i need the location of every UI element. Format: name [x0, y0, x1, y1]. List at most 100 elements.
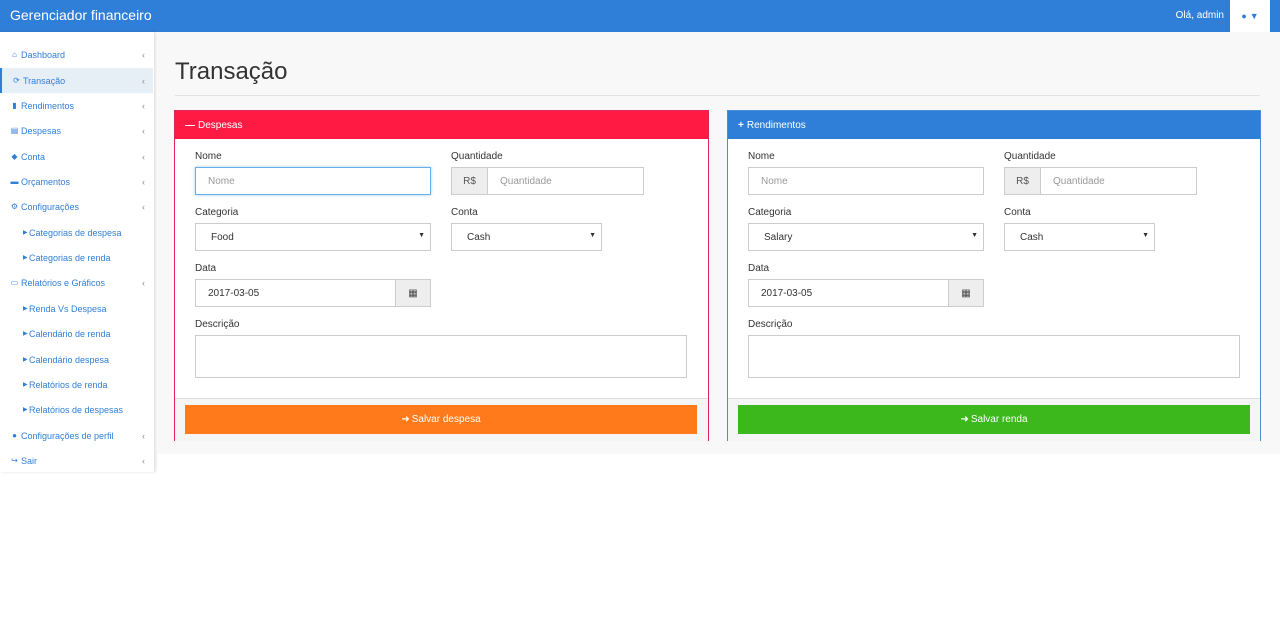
- expense-currency-addon: R$: [451, 167, 488, 195]
- expense-conta-select[interactable]: Cash ▼: [451, 223, 602, 251]
- expense-descricao-textarea[interactable]: [195, 335, 687, 378]
- sidebar-subitem-label: Calendário despesa: [29, 354, 110, 365]
- sidebar-item-dashboard[interactable]: ⌂ Dashboard ‹: [0, 42, 153, 67]
- expense-data-label: Data: [195, 263, 217, 274]
- sidebar-item-rendimentos[interactable]: ▮ Rendimentos ‹: [0, 93, 153, 118]
- sidebar-item-label: Configurações: [21, 201, 80, 212]
- sidebar-subitem-label: Categorias de despesa: [29, 227, 122, 238]
- chevron-left-icon: ‹: [142, 430, 145, 441]
- tag-icon: ◆: [11, 152, 18, 161]
- expense-nome-input[interactable]: Nome: [195, 167, 431, 195]
- income-categoria-value: Salary: [764, 231, 793, 243]
- sidebar-item-conta[interactable]: ◆ Conta ‹: [0, 144, 153, 169]
- save-income-button[interactable]: ➜ Salvar renda: [738, 405, 1250, 434]
- chevron-left-icon: ‹: [142, 176, 145, 187]
- select-arrow-icon: ▼: [1142, 232, 1149, 239]
- expense-panel: — Despesas Nome Nome Quantidade R$ Quant…: [174, 110, 709, 441]
- income-panel-footer: ➜ Salvar renda: [728, 398, 1260, 441]
- chevron-left-icon: ‹: [142, 125, 145, 136]
- sidebar-subitem-label: Relatórios de despesas: [29, 404, 124, 415]
- expense-conta-label: Conta: [451, 207, 478, 218]
- plus-icon: +: [738, 119, 744, 131]
- income-categoria-select[interactable]: Salary ▼: [748, 223, 984, 251]
- sign-out-icon: ↪: [11, 456, 18, 465]
- income-nome-placeholder: Nome: [761, 175, 788, 187]
- print-icon: ▭: [10, 278, 19, 287]
- list-icon: ▤: [10, 126, 19, 135]
- chevron-left-icon: ‹: [142, 49, 145, 60]
- user-icon: ●: [12, 431, 17, 440]
- expense-panel-footer: ➜ Salvar despesa: [175, 398, 708, 441]
- sidebar-item-despesas[interactable]: ▤ Despesas ‹: [0, 118, 153, 143]
- chevron-down-icon: ‹: [142, 277, 145, 288]
- sidebar-subitem-categorias-despesa[interactable]: ▶ Categorias de despesa: [0, 220, 153, 245]
- sign-in-icon: ➜: [401, 414, 410, 425]
- chevron-left-icon: ‹: [142, 75, 145, 86]
- income-conta-select[interactable]: Cash ▼: [1004, 223, 1155, 251]
- sidebar-subitem-label: Calendário de renda: [29, 328, 111, 339]
- income-quantidade-placeholder: Quantidade: [1053, 175, 1105, 187]
- income-categoria-label: Categoria: [748, 207, 792, 218]
- sign-in-icon: ➜: [960, 414, 969, 425]
- income-panel-header: + Rendimentos: [728, 111, 1260, 139]
- expense-categoria-value: Food: [211, 231, 234, 243]
- income-quantidade-input[interactable]: Quantidade: [1040, 167, 1197, 195]
- page-title: Transação: [175, 58, 288, 85]
- top-navbar: Gerenciador financeiro Olá, admin ● ▼: [0, 0, 1280, 32]
- sidebar-item-relatorios[interactable]: ▭ Relatórios e Gráficos ‹: [0, 270, 153, 295]
- sidebar: ⌂ Dashboard ‹ ⟳ Transação ‹ ▮ Rendimento…: [0, 32, 155, 472]
- expense-conta-value: Cash: [467, 231, 491, 243]
- expense-data-input[interactable]: 2017-03-05: [195, 279, 396, 307]
- sidebar-subitem-calendario-despesa[interactable]: ▶ Calendário despesa: [0, 347, 153, 372]
- income-data-input[interactable]: 2017-03-05: [748, 279, 949, 307]
- expense-nome-label: Nome: [195, 151, 222, 162]
- sidebar-subitem-relatorios-renda[interactable]: ▶ Relatórios de renda: [0, 372, 153, 397]
- sidebar-subitem-label: Renda Vs Despesa: [29, 303, 107, 314]
- sidebar-item-label: Dashboard: [21, 49, 66, 60]
- income-nome-label: Nome: [748, 151, 775, 162]
- income-calendar-button[interactable]: ▦: [948, 279, 984, 307]
- expense-calendar-button[interactable]: ▦: [395, 279, 431, 307]
- user-icon: ●: [1241, 11, 1247, 21]
- sidebar-item-configuracoes[interactable]: ⚙ Configurações ‹: [0, 194, 153, 219]
- income-nome-input[interactable]: Nome: [748, 167, 984, 195]
- refresh-icon: ⟳: [13, 76, 20, 85]
- income-conta-value: Cash: [1020, 231, 1044, 243]
- chevron-left-icon: ‹: [142, 100, 145, 111]
- income-data-value: 2017-03-05: [761, 287, 813, 299]
- sidebar-item-orcamentos[interactable]: ▬ Orçamentos ‹: [0, 169, 153, 194]
- chevron-left-icon: ‹: [142, 151, 145, 162]
- expense-categoria-label: Categoria: [195, 207, 239, 218]
- bar-chart-icon: ▮: [12, 101, 17, 110]
- save-expense-label: Salvar despesa: [411, 414, 481, 425]
- income-descricao-textarea[interactable]: [748, 335, 1240, 378]
- gears-icon: ⚙: [10, 202, 19, 211]
- chevron-left-icon: ‹: [142, 455, 145, 466]
- sidebar-item-label: Despesas: [21, 125, 62, 136]
- sidebar-item-transacao[interactable]: ⟳ Transação ‹: [0, 68, 153, 93]
- sidebar-subitem-categorias-renda[interactable]: ▶ Categorias de renda: [0, 245, 153, 270]
- sidebar-item-configuracoes-perfil[interactable]: ● Configurações de perfil ‹: [0, 423, 153, 448]
- sidebar-item-label: Transação: [23, 75, 66, 86]
- sidebar-subitem-relatorios-despesas[interactable]: ▶ Relatórios de despesas: [0, 397, 153, 422]
- save-expense-button[interactable]: ➜ Salvar despesa: [185, 405, 697, 434]
- sidebar-subitem-renda-vs-despesa[interactable]: ▶ Renda Vs Despesa: [0, 296, 153, 321]
- income-descricao-label: Descrição: [748, 319, 793, 330]
- income-currency-addon: R$: [1004, 167, 1041, 195]
- save-income-label: Salvar renda: [970, 414, 1028, 425]
- title-divider: [175, 95, 1260, 96]
- sidebar-subitem-label: Categorias de renda: [29, 252, 111, 263]
- select-arrow-icon: ▼: [418, 232, 425, 239]
- sidebar-item-label: Relatórios e Gráficos: [21, 277, 106, 288]
- user-menu-button[interactable]: ● ▼: [1230, 0, 1270, 32]
- sidebar-item-label: Orçamentos: [21, 176, 71, 187]
- expense-categoria-select[interactable]: Food ▼: [195, 223, 431, 251]
- expense-quantidade-label: Quantidade: [451, 151, 503, 162]
- expense-quantidade-input[interactable]: Quantidade: [487, 167, 644, 195]
- calendar-icon: ▦: [408, 287, 418, 299]
- income-panel: + Rendimentos Nome Nome Quantidade R$ Qu…: [727, 110, 1261, 441]
- sidebar-item-sair[interactable]: ↪ Sair ‹: [0, 448, 153, 473]
- sidebar-item-label: Sair: [21, 455, 38, 466]
- sidebar-subitem-calendario-renda[interactable]: ▶ Calendário de renda: [0, 321, 153, 346]
- app-title[interactable]: Gerenciador financeiro: [10, 7, 152, 23]
